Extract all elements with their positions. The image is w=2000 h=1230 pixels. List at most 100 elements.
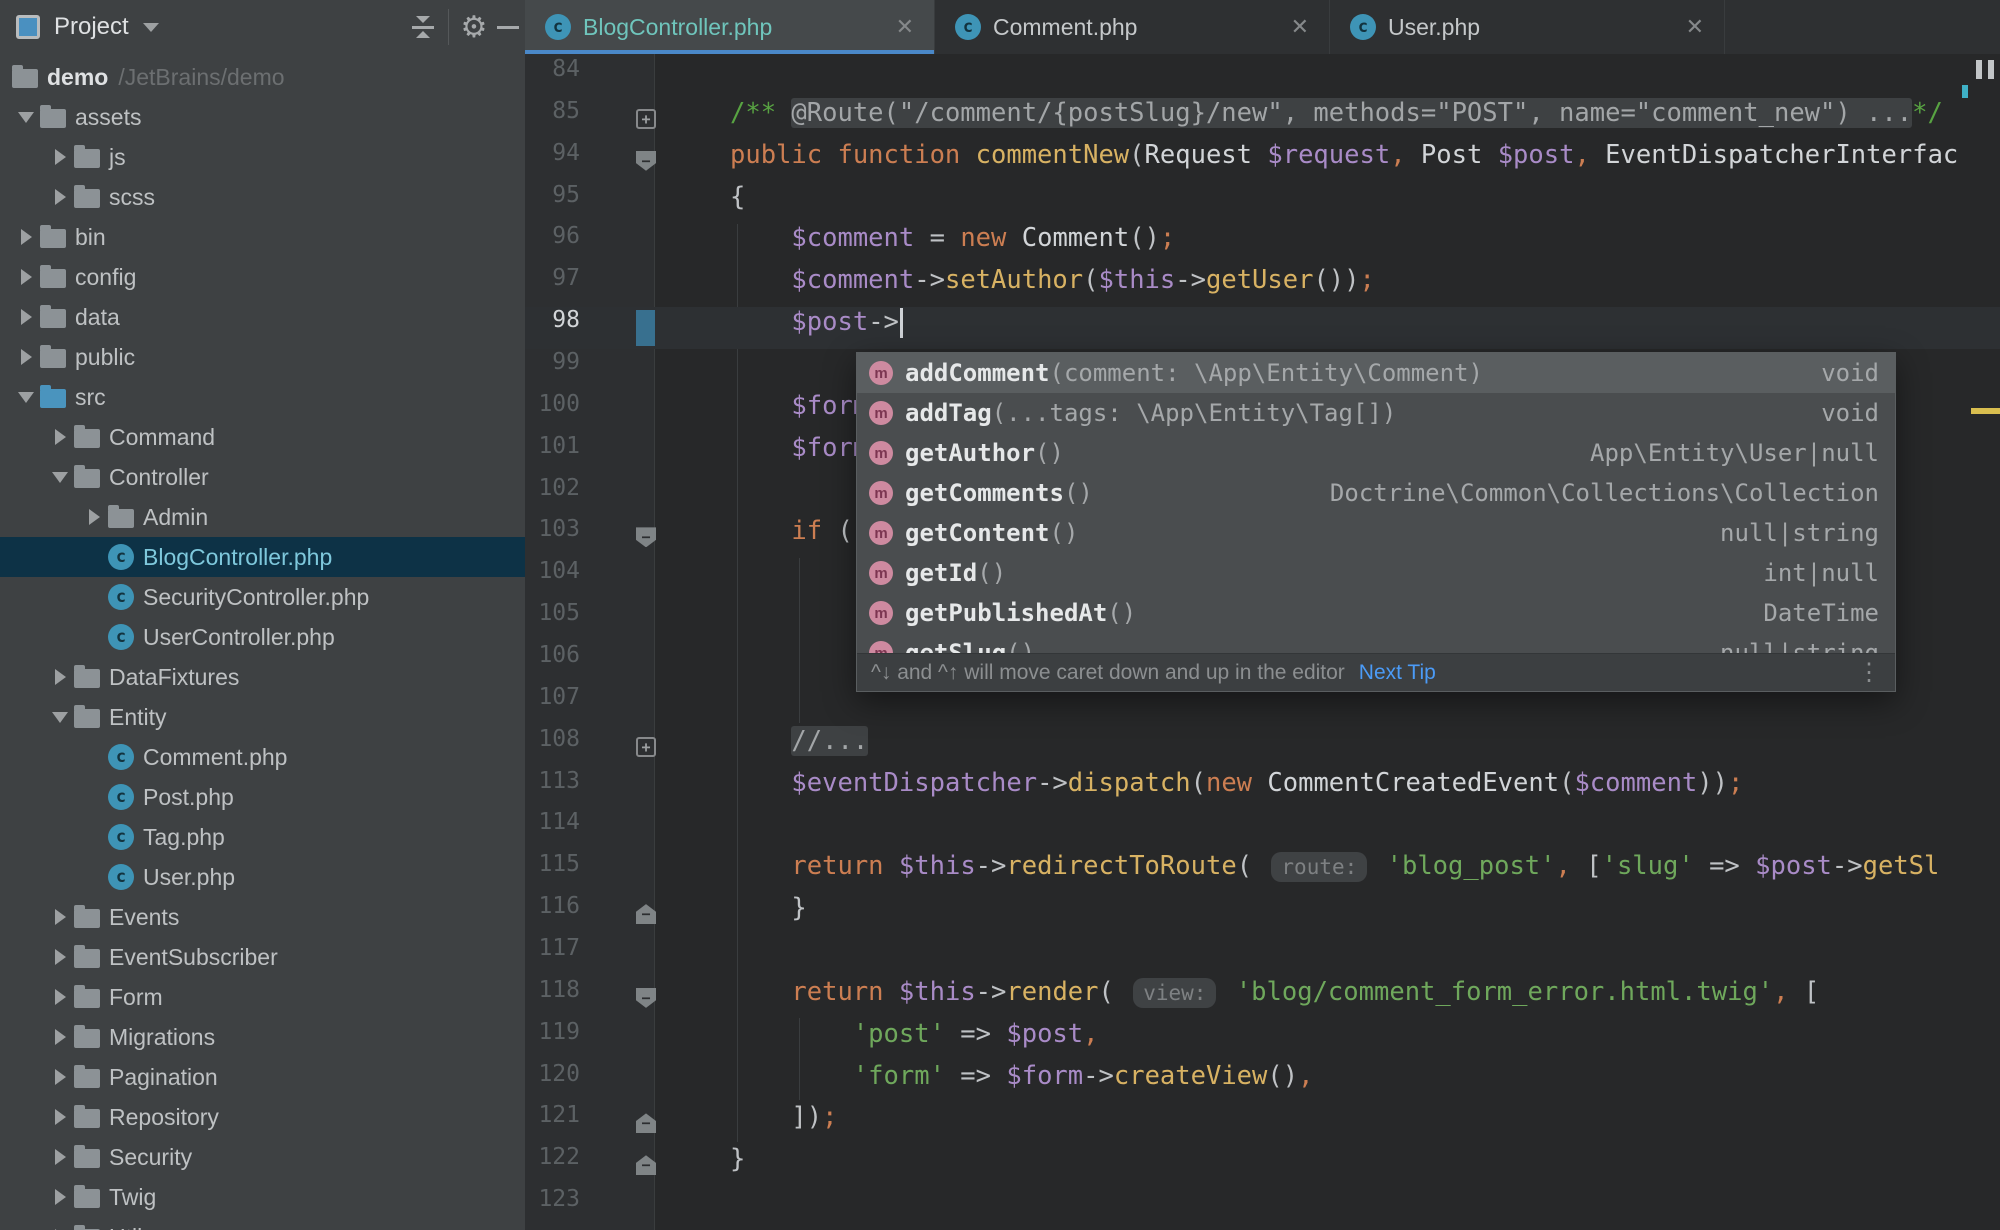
tree-item-scss[interactable]: scss — [0, 177, 525, 217]
chevron-collapsed-icon[interactable] — [46, 143, 74, 171]
hide-tool-window-button[interactable] — [491, 10, 525, 44]
code-line-94[interactable]: 94 − public function commentNew(Request $r… — [525, 140, 2000, 182]
tree-item-data[interactable]: data — [0, 297, 525, 337]
code-line-119[interactable]: 119 'post' => $post, — [525, 1019, 2000, 1061]
code-line-84[interactable]: 84 — [525, 56, 2000, 98]
tree-item-events[interactable]: Events — [0, 897, 525, 937]
chevron-collapsed-icon[interactable] — [46, 183, 74, 211]
tree-item-src[interactable]: src — [0, 377, 525, 417]
code-line-118[interactable]: 118 − return $this->render( view: 'blog/c… — [525, 977, 2000, 1019]
chevron-down-icon[interactable] — [142, 22, 159, 32]
tree-item-securitycontroller-php[interactable]: c SecurityController.php — [0, 577, 525, 617]
completion-item-getid[interactable]: m getId() int|null — [857, 553, 1895, 593]
chevron-collapsed-icon[interactable] — [46, 943, 74, 971]
code-editor[interactable]: 84 85 + /** @Route("/comment/{postSlug}/new… — [525, 54, 2000, 1230]
tree-item-form[interactable]: Form — [0, 977, 525, 1017]
kebab-menu-icon[interactable]: ⋮ — [1857, 658, 1881, 687]
chevron-collapsed-icon[interactable] — [46, 1103, 74, 1131]
chevron-collapsed-icon[interactable] — [46, 903, 74, 931]
project-view-title[interactable]: Project — [54, 13, 129, 41]
completion-item-getauthor[interactable]: m getAuthor() App\Entity\User|null — [857, 433, 1895, 473]
editor-tab-comment-php[interactable]: c Comment.php ✕ — [935, 0, 1330, 54]
fold-collapse-icon[interactable]: − — [636, 1113, 656, 1134]
inspections-paused-icon[interactable] — [1976, 60, 1996, 79]
chevron-collapsed-icon[interactable] — [80, 503, 108, 531]
tree-item-entity[interactable]: Entity — [0, 697, 525, 737]
tree-item-config[interactable]: config — [0, 257, 525, 297]
close-tab-icon[interactable]: ✕ — [1291, 14, 1309, 40]
completion-item-addcomment[interactable]: m addComment (comment: \App\Entity\Comment… — [857, 353, 1895, 393]
next-tip-link[interactable]: Next Tip — [1359, 661, 1436, 685]
chevron-expanded-icon[interactable] — [46, 463, 74, 491]
tree-item-post-php[interactable]: c Post.php — [0, 777, 525, 817]
chevron-collapsed-icon[interactable] — [46, 663, 74, 691]
tree-item-pagination[interactable]: Pagination — [0, 1057, 525, 1097]
tree-item-assets[interactable]: assets — [0, 97, 525, 137]
tree-item-comment-php[interactable]: c Comment.php — [0, 737, 525, 777]
code-line-108[interactable]: 108 + //... — [525, 725, 2000, 768]
tree-item-repository[interactable]: Repository — [0, 1097, 525, 1137]
tree-item-blogcontroller-php[interactable]: c BlogController.php — [0, 537, 525, 577]
chevron-collapsed-icon[interactable] — [46, 423, 74, 451]
tree-item-utils[interactable]: Utils — [0, 1217, 525, 1230]
completion-item-getcomments[interactable]: m getComments() Doctrine\Common\Collection… — [857, 473, 1895, 513]
code-line-123[interactable]: 123 — [525, 1186, 2000, 1228]
code-line-116[interactable]: 116 − } — [525, 893, 2000, 935]
fold-collapse-icon[interactable]: − — [636, 904, 656, 925]
tree-item-migrations[interactable]: Migrations — [0, 1017, 525, 1057]
code-line-98[interactable]: 98 $post-> — [525, 307, 2000, 350]
tree-item-admin[interactable]: Admin — [0, 497, 525, 537]
chevron-collapsed-icon[interactable] — [46, 1143, 74, 1171]
close-tab-icon[interactable]: ✕ — [896, 14, 914, 40]
chevron-collapsed-icon[interactable] — [46, 983, 74, 1011]
chevron-collapsed-icon[interactable] — [12, 303, 40, 331]
chevron-collapsed-icon[interactable] — [12, 223, 40, 251]
chevron-collapsed-icon[interactable] — [46, 1063, 74, 1091]
chevron-expanded-icon[interactable] — [12, 103, 40, 131]
collapse-all-button[interactable] — [406, 10, 440, 44]
scrollbar-info-mark[interactable] — [1962, 85, 1968, 98]
fold-collapse-icon[interactable]: − — [636, 987, 656, 1008]
tree-item-bin[interactable]: bin — [0, 217, 525, 257]
editor-tab-user-php[interactable]: c User.php ✕ — [1330, 0, 1725, 54]
settings-gear-button[interactable]: ⚙ — [457, 10, 491, 44]
tree-item-user-php[interactable]: c User.php — [0, 857, 525, 897]
code-line-85[interactable]: 85 + /** @Route("/comment/{postSlug}/new",… — [525, 97, 2000, 140]
chevron-collapsed-icon[interactable] — [46, 1023, 74, 1051]
code-line-96[interactable]: 96 $comment = new Comment(); — [525, 223, 2000, 265]
fold-collapse-icon[interactable]: − — [636, 527, 656, 548]
chevron-collapsed-icon[interactable] — [12, 343, 40, 371]
tree-item-tag-php[interactable]: c Tag.php — [0, 817, 525, 857]
tree-item-public[interactable]: public — [0, 337, 525, 377]
code-line-95[interactable]: 95 { — [525, 182, 2000, 224]
fold-collapse-icon[interactable]: − — [636, 1155, 656, 1176]
editor-tab-blogcontroller-php[interactable]: c BlogController.php ✕ — [525, 0, 935, 54]
scrollbar-warning-mark[interactable] — [1971, 408, 2000, 414]
tree-item-security[interactable]: Security — [0, 1137, 525, 1177]
completion-item-getslug[interactable]: m getSlug() null|string — [857, 633, 1895, 655]
fold-expand-icon[interactable]: + — [636, 736, 656, 757]
chevron-collapsed-icon[interactable] — [46, 1183, 74, 1211]
code-line-122[interactable]: 122 −} — [525, 1144, 2000, 1186]
code-line-113[interactable]: 113 $eventDispatcher->dispatch(new Comme… — [525, 768, 2000, 810]
fold-collapse-icon[interactable]: − — [636, 150, 656, 171]
tree-item-controller[interactable]: Controller — [0, 457, 525, 497]
tree-item-twig[interactable]: Twig — [0, 1177, 525, 1217]
tree-item-eventsubscriber[interactable]: EventSubscriber — [0, 937, 525, 977]
tree-item-usercontroller-php[interactable]: c UserController.php — [0, 617, 525, 657]
tree-item-demo[interactable]: demo/JetBrains/demo — [0, 57, 525, 97]
tree-item-command[interactable]: Command — [0, 417, 525, 457]
completion-item-getpublishedat[interactable]: m getPublishedAt() DateTime — [857, 593, 1895, 633]
chevron-collapsed-icon[interactable] — [12, 263, 40, 291]
code-line-97[interactable]: 97 $comment->setAuthor($this->getUser())… — [525, 265, 2000, 307]
fold-expand-icon[interactable]: + — [636, 108, 656, 129]
chevron-expanded-icon[interactable] — [12, 383, 40, 411]
tree-item-js[interactable]: js — [0, 137, 525, 177]
completion-item-getcontent[interactable]: m getContent() null|string — [857, 513, 1895, 553]
tree-item-datafixtures[interactable]: DataFixtures — [0, 657, 525, 697]
code-line-117[interactable]: 117 — [525, 935, 2000, 977]
completion-item-addtag[interactable]: m addTag (...tags: \App\Entity\Tag[]) void — [857, 393, 1895, 433]
close-tab-icon[interactable]: ✕ — [1686, 14, 1704, 40]
chevron-expanded-icon[interactable] — [46, 703, 74, 731]
code-line-121[interactable]: 121 − ]); — [525, 1102, 2000, 1144]
